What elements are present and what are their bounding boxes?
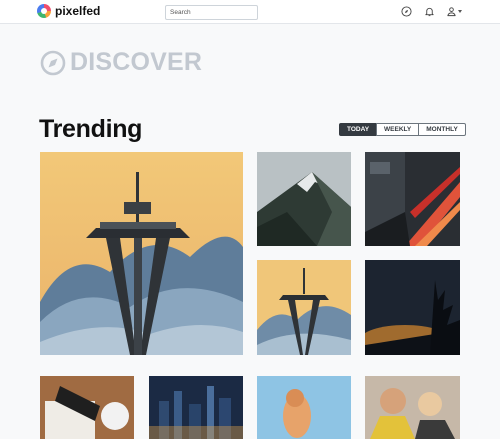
trending-period-filter: TODAY WEEKLY MONTHLY <box>339 123 466 136</box>
filter-weekly-button[interactable]: WEEKLY <box>376 123 420 136</box>
trending-post-city-night[interactable] <box>149 376 243 439</box>
top-navbar: pixelfed <box>0 0 500 24</box>
user-icon[interactable] <box>446 6 457 17</box>
trending-post-night-sky[interactable] <box>365 260 460 355</box>
pixelfed-logo-icon <box>37 4 51 18</box>
filter-today-button[interactable]: TODAY <box>339 123 378 136</box>
trending-post-space-needle-small[interactable] <box>257 260 351 355</box>
trending-post-two-people[interactable] <box>365 376 460 439</box>
filter-monthly-button[interactable]: MONTHLY <box>418 123 466 136</box>
trending-post-mountain[interactable] <box>257 152 351 246</box>
compass-icon[interactable] <box>401 6 412 17</box>
compass-icon <box>40 50 66 75</box>
trending-post-sunbathing[interactable] <box>257 376 351 439</box>
discover-header: DISCOVER <box>40 48 202 77</box>
trending-heading: Trending <box>39 115 143 143</box>
brand-link[interactable]: pixelfed <box>37 4 100 18</box>
search-input[interactable] <box>165 5 258 20</box>
bell-icon[interactable] <box>424 6 435 17</box>
brand-name: pixelfed <box>55 4 101 18</box>
trending-post-subway-lights[interactable] <box>365 152 460 246</box>
trending-post-space-needle-large[interactable] <box>40 152 243 355</box>
trending-post-book-and-coffee[interactable] <box>40 376 134 439</box>
page-title: DISCOVER <box>70 48 203 76</box>
chevron-down-icon[interactable] <box>458 10 462 13</box>
